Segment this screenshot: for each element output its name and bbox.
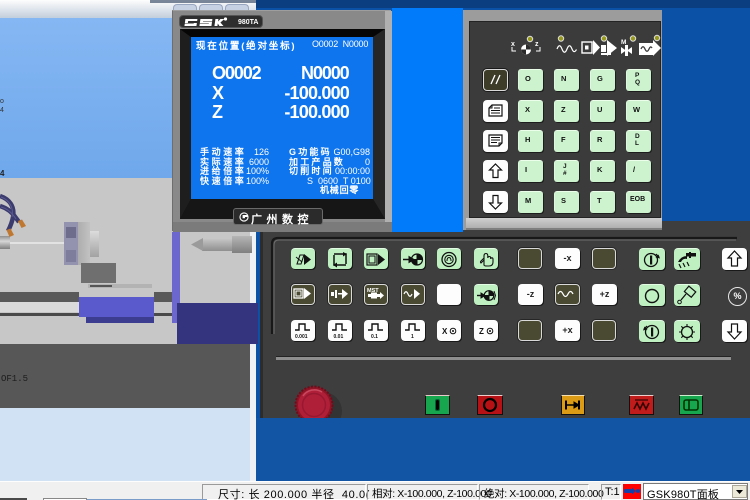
svg-text:X: X (442, 327, 448, 336)
svg-text:z: z (535, 41, 539, 48)
svg-text:Z: Z (479, 327, 484, 336)
svg-text:0.1: 0.1 (371, 334, 378, 340)
svg-text:0.001: 0.001 (295, 334, 308, 340)
svg-text:0.01: 0.01 (334, 334, 344, 340)
svg-text:1: 1 (411, 334, 414, 340)
svg-text:x: x (511, 41, 515, 48)
svg-text:M: M (621, 39, 626, 46)
